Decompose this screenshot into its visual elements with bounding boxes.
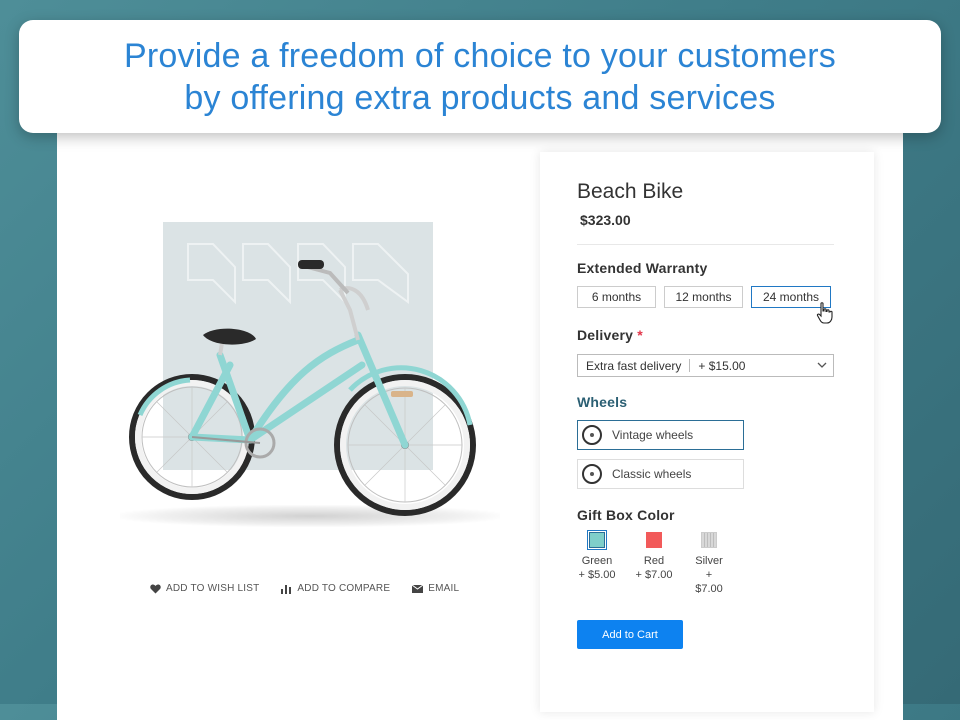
compare-label: ADD TO COMPARE [297, 583, 391, 594]
chevron-down-icon [817, 362, 827, 368]
warranty-option-12-months[interactable]: 12 months [664, 286, 743, 308]
wheel-icon [582, 464, 602, 484]
banner-line-2: by offering extra products and services [184, 78, 776, 117]
gift-color-green[interactable]: Green + $5.00 [577, 530, 617, 596]
warranty-label: Extended Warranty [577, 260, 708, 276]
color-name: Silver [695, 555, 723, 567]
color-price: + $5.00 [578, 569, 616, 581]
promo-banner: Provide a freedom of choice to your cust… [19, 20, 941, 133]
green-swatch [587, 530, 607, 550]
wheels-label: Wheels [577, 394, 628, 410]
bar-chart-icon [281, 584, 292, 594]
wheel-icon [582, 425, 602, 445]
delivery-label-text: Delivery [577, 327, 634, 343]
color-name: Green [581, 555, 613, 567]
red-swatch [646, 532, 662, 548]
gift-color-red[interactable]: Red + $7.00 [617, 532, 691, 596]
delivery-select-value: Extra fast delivery [586, 358, 682, 373]
silver-swatch [701, 532, 717, 548]
gift-box-options: Green + $5.00 Red + $7.00 Silver + $7.00 [577, 530, 727, 596]
product-actions: ADD TO WISH LIST ADD TO COMPARE EMAIL [150, 583, 459, 594]
select-separator [689, 359, 691, 372]
warranty-options: 6 months 12 months 24 months [577, 286, 831, 308]
heart-icon [150, 584, 161, 593]
envelope-icon [412, 584, 424, 593]
color-price: + $7.00 [635, 569, 673, 581]
wishlist-label: ADD TO WISH LIST [166, 583, 260, 594]
hand-cursor-icon [816, 302, 833, 324]
add-to-cart-button[interactable]: Add to Cart [577, 620, 683, 649]
product-price: $323.00 [580, 212, 631, 228]
wheel-option-label: Vintage wheels [612, 428, 694, 442]
wheel-option-classic[interactable]: Classic wheels [577, 459, 744, 489]
color-price: + $7.00 [695, 569, 723, 595]
warranty-option-6-months[interactable]: 6 months [577, 286, 656, 308]
color-name: Red [643, 555, 665, 567]
delivery-select[interactable]: Extra fast delivery + $15.00 [577, 354, 834, 377]
divider [577, 244, 834, 245]
product-options-card: Beach Bike $323.00 Extended Warranty 6 m… [540, 152, 874, 712]
wheel-option-label: Classic wheels [612, 467, 692, 481]
email-label: EMAIL [428, 583, 460, 594]
add-to-compare-link[interactable]: ADD TO COMPARE [281, 583, 390, 594]
product-image [100, 215, 500, 535]
required-asterisk: * [637, 327, 643, 343]
banner-line-1: Provide a freedom of choice to your cust… [124, 36, 836, 75]
delivery-label: Delivery * [577, 327, 643, 343]
add-to-wishlist-link[interactable]: ADD TO WISH LIST [150, 583, 259, 594]
email-link[interactable]: EMAIL [412, 583, 459, 594]
wheel-option-vintage[interactable]: Vintage wheels [577, 420, 744, 450]
delivery-select-price: + $15.00 [698, 358, 746, 373]
gift-color-silver[interactable]: Silver + $7.00 [691, 532, 727, 596]
bike-illustration [129, 260, 476, 516]
product-title: Beach Bike [577, 180, 684, 203]
gift-box-label: Gift Box Color [577, 507, 675, 523]
